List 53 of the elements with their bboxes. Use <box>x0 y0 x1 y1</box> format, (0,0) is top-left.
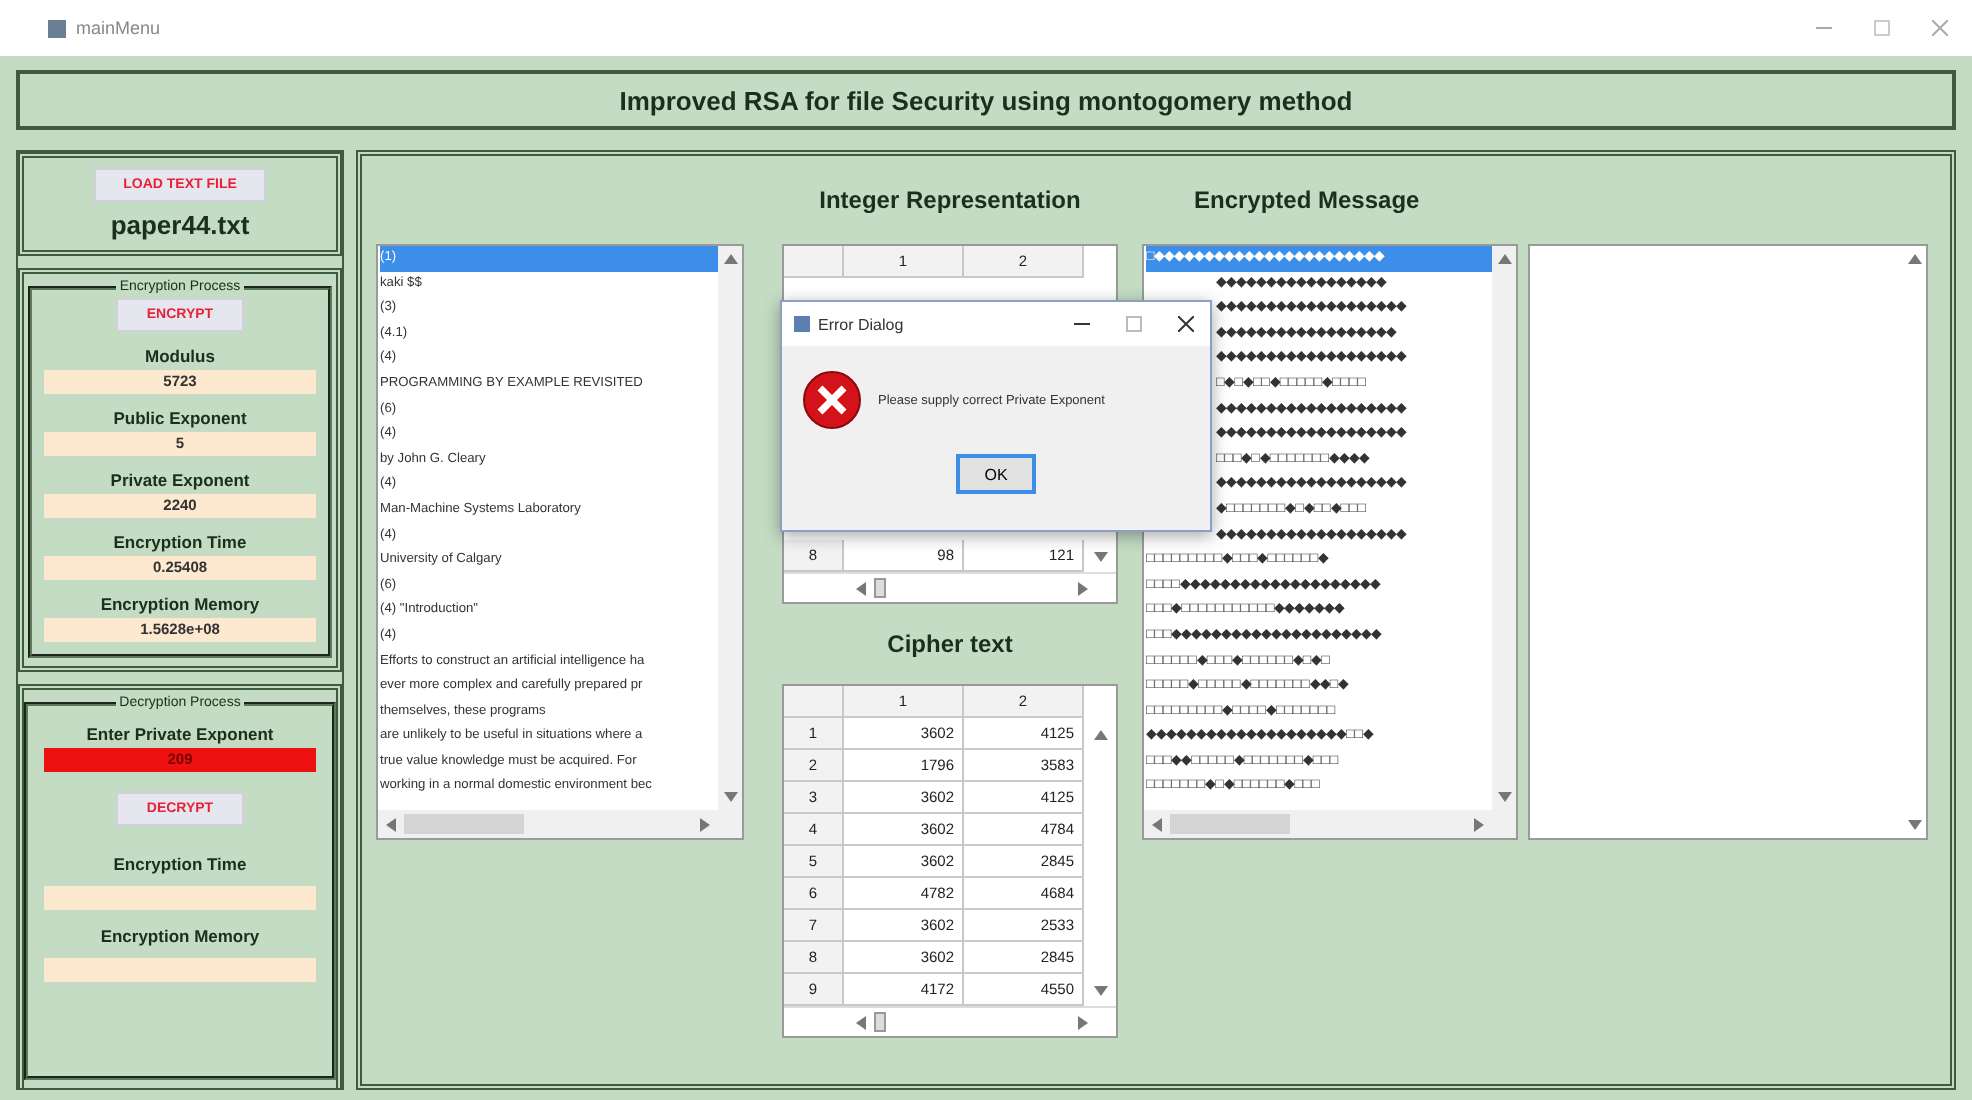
field-label: Encryption Memory <box>100 594 260 614</box>
scroll-left-icon <box>856 1015 866 1029</box>
scroll-up-icon <box>723 254 737 264</box>
scroll-right-icon <box>1078 581 1088 595</box>
close-icon <box>1932 20 1948 36</box>
app-icon <box>48 19 66 37</box>
scroll-left-icon <box>856 581 866 595</box>
field-label: Encryption Time <box>113 854 247 874</box>
section-title: Integer Representation <box>819 184 1081 218</box>
horizontal-scrollbar[interactable] <box>1144 810 1516 838</box>
list-box[interactable] <box>376 244 744 840</box>
vertical-scrollbar[interactable] <box>1492 246 1516 810</box>
ok-button[interactable]: OK <box>956 454 1036 494</box>
scroll-down-icon <box>723 792 737 802</box>
app-title-bar: Improved RSA for file Security using montogomery method <box>16 70 1956 130</box>
scroll-down-icon <box>1907 820 1921 830</box>
vertical-scrollbar[interactable] <box>718 246 742 810</box>
output-text-area[interactable] <box>1528 244 1928 840</box>
window-title: mainMenu <box>76 18 161 38</box>
section-title: Encrypted Message <box>1192 184 1422 218</box>
scroll-right-icon <box>1078 1015 1088 1029</box>
horizontal-scrollbar[interactable] <box>378 810 742 838</box>
scroll-down-icon <box>1497 792 1511 802</box>
scrollbar-thumb-icon <box>874 1012 886 1032</box>
scroll-right-icon <box>700 817 710 831</box>
file-name: paper44.txt <box>110 209 250 239</box>
field-label: Encryption Time <box>113 532 247 552</box>
dialog-title: Error Dialog <box>818 315 906 333</box>
section-title: Cipher text <box>887 628 1013 662</box>
scroll-left-icon <box>1152 817 1162 831</box>
field-label: Enter Private Exponent <box>86 724 274 744</box>
field-label: Modulus <box>145 346 215 366</box>
list-box[interactable] <box>1142 244 1518 840</box>
scroll-up-icon <box>1093 729 1107 739</box>
scroll-left-icon <box>386 817 396 831</box>
error-icon <box>802 370 862 430</box>
corner-cell <box>784 246 844 278</box>
scroll-down-icon <box>1093 551 1107 561</box>
scroll-up-icon <box>1497 254 1511 264</box>
corner-cell <box>784 686 844 718</box>
field-label: Private Exponent <box>110 470 250 490</box>
scroll-up-icon <box>1907 254 1921 264</box>
scroll-down-icon <box>1093 985 1107 995</box>
scrollbar-thumb[interactable] <box>404 814 524 834</box>
close-icon <box>1178 316 1194 332</box>
scrollbar-thumb-icon <box>874 578 886 598</box>
app-icon <box>794 316 810 332</box>
maximize-icon <box>1126 316 1142 332</box>
maximize-icon <box>1874 20 1890 36</box>
scrollbar-thumb[interactable] <box>1170 814 1290 834</box>
field-label: Public Exponent <box>113 408 247 428</box>
scroll-right-icon <box>1474 817 1484 831</box>
field-label: Encryption Memory <box>100 926 260 946</box>
